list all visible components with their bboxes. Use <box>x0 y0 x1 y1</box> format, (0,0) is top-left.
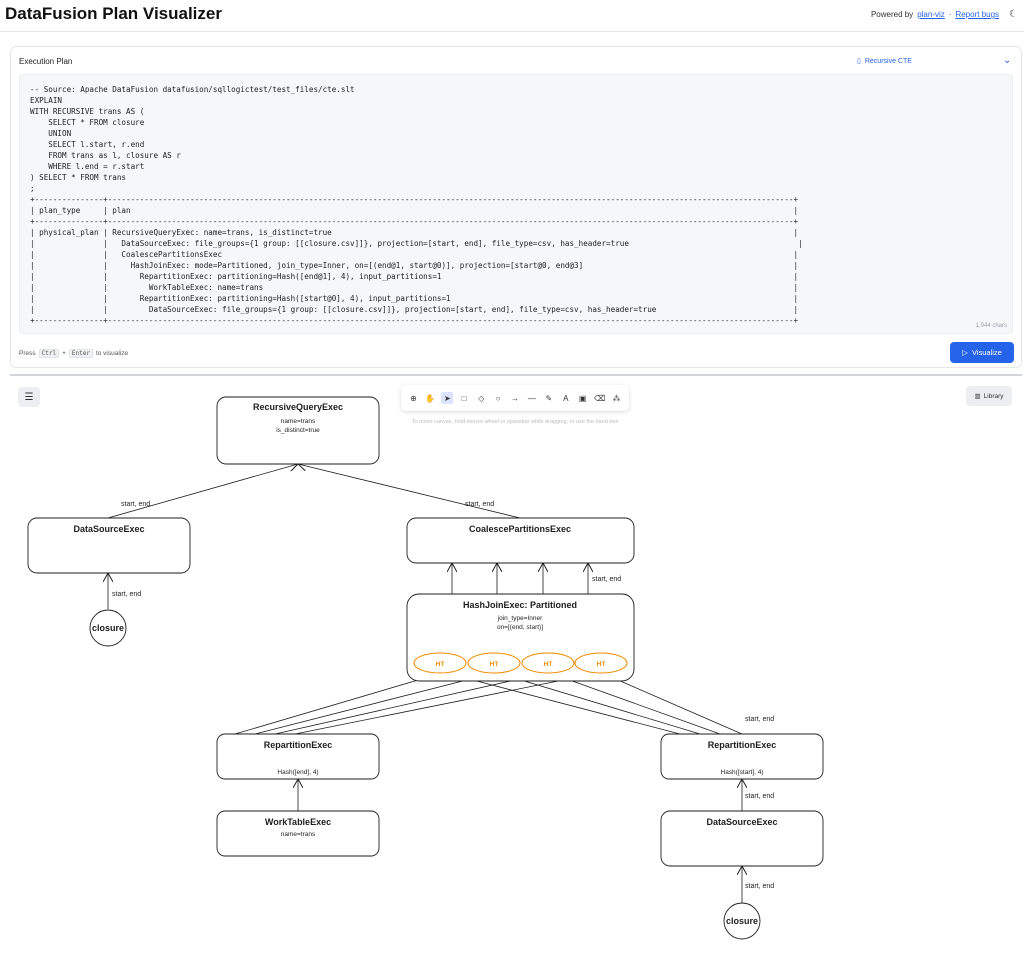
toolbar-hint: To move canvas, hold mouse wheel or spac… <box>411 419 619 425</box>
hint-press: Press <box>19 350 36 357</box>
visualize-button[interactable]: ▷ Visualize <box>950 342 1014 363</box>
hamburger-menu-icon[interactable]: ☰ <box>18 387 40 407</box>
lock-icon[interactable]: ⊕ <box>407 392 419 404</box>
preset-selector[interactable]: ▯ Recursive CTE <box>857 57 912 66</box>
eraser-icon[interactable]: ⌫ <box>594 392 606 404</box>
hand-icon[interactable]: ✋ <box>424 392 436 404</box>
hint-suffix: to visualize <box>95 350 129 357</box>
header-links: Powered by plan-viz · Report bugs ☾ <box>871 9 1018 20</box>
powered-by-text: Powered by <box>870 10 914 19</box>
kbd-enter: Enter <box>68 349 93 358</box>
pencil-icon[interactable]: ✎ <box>543 392 555 404</box>
hint-plus: + <box>62 350 66 357</box>
app-title: DataFusion Plan Visualizer <box>5 4 222 23</box>
kbd-ctrl: Ctrl <box>38 349 60 358</box>
plan-viz-link[interactable]: plan-viz <box>917 10 945 19</box>
ellipse-icon[interactable]: ○ <box>492 392 504 404</box>
header-separator: · <box>948 10 952 19</box>
rectangle-icon[interactable]: □ <box>458 392 470 404</box>
library-button[interactable]: ▥ Library <box>966 386 1012 406</box>
text-icon[interactable]: A <box>560 392 572 404</box>
visualize-label: Visualize <box>971 348 1002 357</box>
char-count: 1,944 chars <box>975 323 1007 329</box>
library-label: Library <box>983 392 1004 400</box>
drawing-toolbar: ⊕ ✋ ➤ □ ◇ ○ → — ✎ A ▣ ⌫ ⁂ <box>401 385 629 411</box>
moon-icon[interactable]: ☾ <box>1009 9 1018 20</box>
top-bar: DataFusion Plan Visualizer Powered by pl… <box>0 0 1024 32</box>
arrow-icon[interactable]: → <box>509 392 521 404</box>
book-icon: ▥ <box>974 393 981 400</box>
diagram-canvas[interactable]: ☰ ⊕ ✋ ➤ □ ◇ ○ → — ✎ A ▣ ⌫ ⁂ To move canv… <box>10 374 1022 957</box>
shortcut-hint: Press Ctrl + Enter to visualize <box>19 349 128 358</box>
report-bugs-link[interactable]: Report bugs <box>955 10 999 19</box>
image-icon[interactable]: ▣ <box>577 392 589 404</box>
execution-plan-panel: Execution Plan ▯ Recursive CTE ⌄ -- Sour… <box>10 46 1022 368</box>
file-icon: ▯ <box>857 58 861 65</box>
diamond-icon[interactable]: ◇ <box>475 392 487 404</box>
shapes-icon[interactable]: ⁂ <box>611 392 623 404</box>
panel-title: Execution Plan <box>19 57 73 66</box>
chevron-down-icon[interactable]: ⌄ <box>1003 55 1011 66</box>
line-icon[interactable]: — <box>526 392 538 404</box>
pointer-icon[interactable]: ➤ <box>441 392 454 404</box>
plan-textarea[interactable]: -- Source: Apache DataFusion datafusion/… <box>19 74 1013 334</box>
preset-label: Recursive CTE <box>864 57 912 65</box>
play-icon: ▷ <box>962 348 968 357</box>
